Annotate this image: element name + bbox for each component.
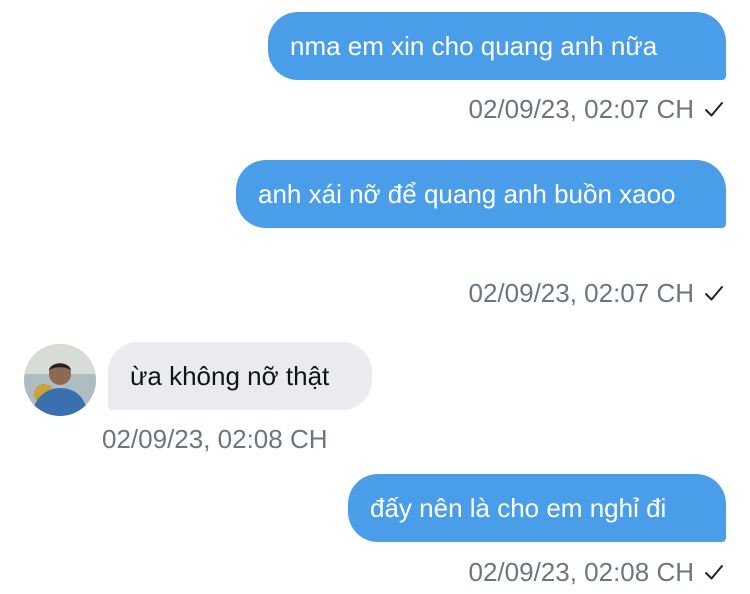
message-text: đấy nên là cho em nghỉ đi [370,493,667,523]
timestamp: 02/09/23, 02:07 CH [468,278,695,308]
message-meta: 02/09/23, 02:07 CH [469,278,725,308]
avatar[interactable] [24,344,96,416]
message-text: ừa không nỡ thật [130,361,330,391]
outgoing-message[interactable]: anh xái nỡ để quang anh buồn xaoo [236,160,726,228]
message-meta: 02/09/23, 02:08 CH [102,424,328,454]
chat-thread: nma em xin cho quang anh nữa 02/09/23, 0… [0,0,750,594]
outgoing-message[interactable]: nma em xin cho quang anh nữa [268,12,726,80]
message-meta: 02/09/23, 02:08 CH [469,557,725,587]
incoming-message[interactable]: ừa không nỡ thật [108,342,372,410]
check-icon [704,562,724,582]
timestamp: 02/09/23, 02:07 CH [468,94,695,124]
timestamp: 02/09/23, 02:08 CH [102,424,328,454]
message-meta: 02/09/23, 02:07 CH [469,94,725,124]
check-icon [704,283,724,303]
outgoing-message[interactable]: đấy nên là cho em nghỉ đi [348,474,726,542]
message-text: anh xái nỡ để quang anh buồn xaoo [258,179,676,209]
timestamp: 02/09/23, 02:08 CH [468,557,695,587]
message-text: nma em xin cho quang anh nữa [290,31,658,61]
check-icon [704,99,724,119]
